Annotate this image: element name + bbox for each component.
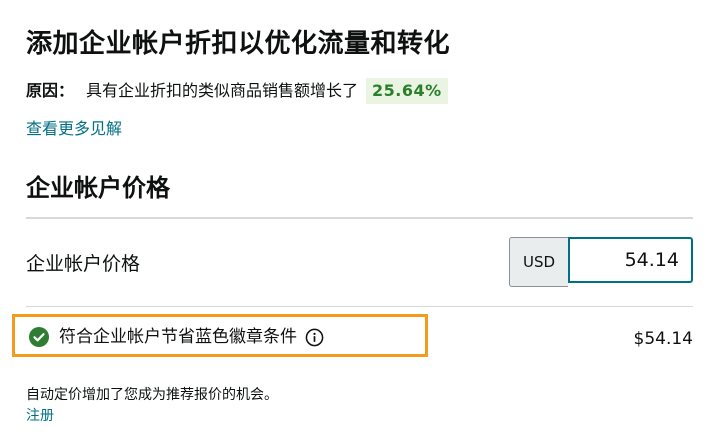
growth-percent-badge: 25.64% (366, 78, 448, 104)
reason-line: 原因： 具有企业折扣的类似商品销售额增长了 25.64% (26, 78, 448, 104)
badge-eligibility-text: 符合企业帐户节省蓝色徽章条件 (59, 327, 297, 347)
section-divider (26, 217, 693, 219)
reason-label: 原因： (26, 81, 75, 100)
business-price-field: USD (509, 237, 694, 287)
auto-pricing-note: 自动定价增加了您成为推荐报价的机会。 (26, 387, 278, 403)
see-more-insights-link[interactable]: 查看更多见解 (26, 117, 122, 141)
register-link[interactable]: 注册 (26, 406, 54, 426)
badge-eligibility-row: 符合企业帐户节省蓝色徽章条件 (29, 324, 324, 350)
reason-text: 具有企业折扣的类似商品销售额增长了 (86, 81, 359, 100)
currency-tag: USD (509, 237, 568, 287)
info-icon[interactable] (305, 328, 324, 347)
page-title: 添加企业帐户折扣以优化流量和转化 (26, 29, 451, 59)
check-circle-icon (29, 327, 49, 347)
row-divider (26, 306, 693, 307)
badge-price-value: $54.14 (633, 329, 693, 349)
business-price-input[interactable] (568, 237, 693, 283)
section-title: 企业帐户价格 (26, 174, 170, 202)
business-price-label: 企业帐户价格 (26, 253, 141, 275)
